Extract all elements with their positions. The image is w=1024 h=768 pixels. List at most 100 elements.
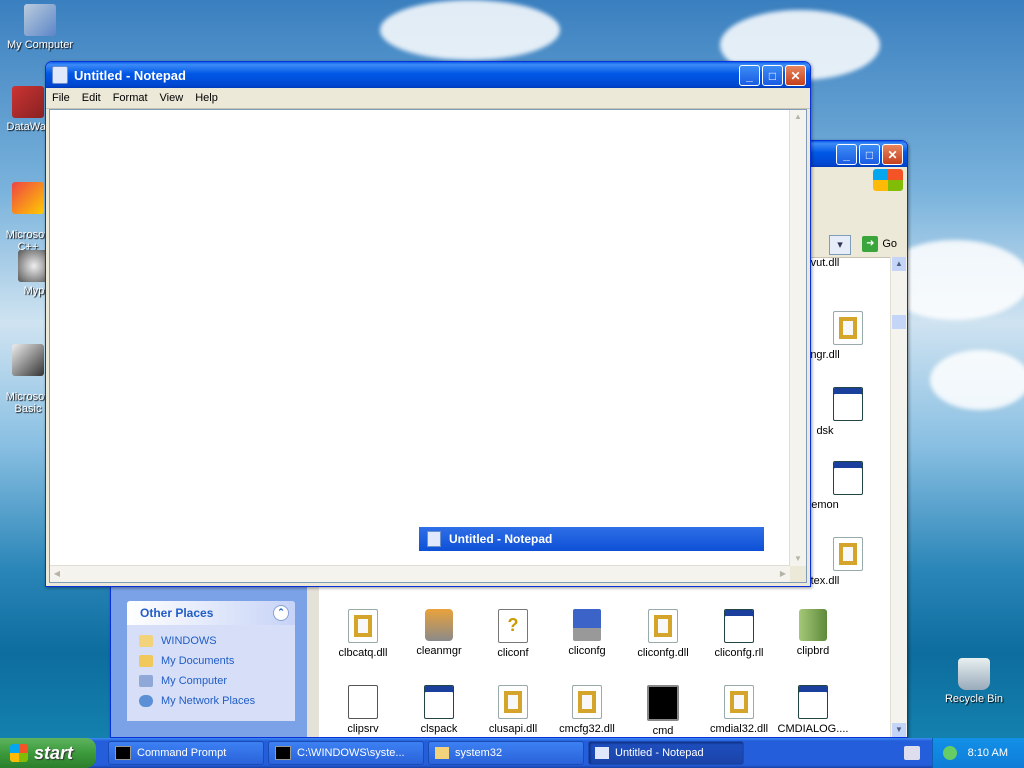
keyboard-icon[interactable] bbox=[904, 746, 920, 760]
file-label: clusapi.dll bbox=[488, 723, 538, 735]
address-dropdown-button[interactable]: ▾ bbox=[829, 235, 851, 255]
minimize-button[interactable]: _ bbox=[836, 144, 857, 165]
link-label: My Computer bbox=[161, 675, 228, 687]
window-title: Untitled - Notepad bbox=[74, 67, 186, 83]
task-pane: Other Places ⌃ WINDOWS My Documents My C… bbox=[111, 587, 319, 737]
link-label: My Network Places bbox=[161, 695, 256, 707]
list-item[interactable]: clbcatq.dll bbox=[325, 609, 401, 659]
taskbar-button-command-prompt[interactable]: Command Prompt bbox=[108, 741, 264, 765]
notepad-menubar: File Edit Format View Help bbox=[46, 88, 810, 109]
taskbar-button-label: Command Prompt bbox=[137, 747, 227, 759]
go-arrow-icon: ➜ bbox=[862, 236, 879, 252]
file-label: cleanmgr bbox=[416, 645, 462, 657]
taskbar: start Command Prompt C:\WINDOWS\syste...… bbox=[0, 738, 1024, 768]
notepad-titlebar[interactable]: Untitled - Notepad _ □ ✕ bbox=[46, 62, 810, 88]
close-button[interactable]: ✕ bbox=[785, 65, 806, 86]
desktop-icon-recycle-bin[interactable]: Recycle Bin bbox=[934, 658, 1014, 705]
folder-icon bbox=[435, 747, 449, 759]
menu-edit[interactable]: Edit bbox=[76, 92, 107, 104]
task-pane-scrollbar[interactable] bbox=[307, 587, 319, 737]
horizontal-scrollbar[interactable]: ◀ ▶ bbox=[50, 565, 790, 582]
list-item[interactable]: cmcfg32.dll bbox=[549, 685, 625, 735]
minimize-button[interactable]: _ bbox=[739, 65, 760, 86]
network-icon bbox=[139, 695, 153, 707]
file-label: clipbrd bbox=[796, 645, 830, 657]
desktop-icon-label: Microsoft Basic bbox=[5, 391, 51, 415]
vertical-scrollbar[interactable]: ▲ ▼ bbox=[789, 110, 806, 566]
scroll-down-arrow[interactable]: ▼ bbox=[892, 723, 906, 737]
list-item[interactable]: cleanmgr bbox=[401, 609, 477, 657]
visual-cpp-icon bbox=[12, 182, 44, 214]
command-prompt-icon bbox=[275, 746, 291, 760]
notepad-icon bbox=[595, 747, 609, 759]
list-item[interactable]: CMDIALOG.... bbox=[775, 685, 851, 735]
menu-help[interactable]: Help bbox=[189, 92, 224, 104]
taskbar-button-cmd-windows[interactable]: C:\WINDOWS\syste... bbox=[268, 741, 424, 765]
network-tray-icon[interactable] bbox=[943, 746, 957, 760]
scroll-up-arrow[interactable]: ▲ bbox=[791, 110, 805, 124]
service-app-icon bbox=[348, 685, 378, 719]
menu-file[interactable]: File bbox=[46, 92, 76, 104]
list-item[interactable]: clusapi.dll bbox=[475, 685, 551, 735]
scroll-thumb[interactable] bbox=[892, 315, 906, 329]
file-label: cliconfg bbox=[568, 645, 606, 657]
maximize-button[interactable]: □ bbox=[762, 65, 783, 86]
other-places-windows[interactable]: WINDOWS bbox=[127, 631, 295, 651]
file-label: cliconfg.rll bbox=[714, 647, 764, 659]
close-button[interactable]: ✕ bbox=[882, 144, 903, 165]
menu-view[interactable]: View bbox=[154, 92, 190, 104]
cleanup-icon bbox=[425, 609, 453, 641]
taskbar-button-notepad[interactable]: Untitled - Notepad bbox=[588, 741, 744, 765]
other-places-network[interactable]: My Network Places bbox=[127, 691, 295, 711]
list-item[interactable]: cliconfg bbox=[549, 609, 625, 657]
other-places-my-computer[interactable]: My Computer bbox=[127, 671, 295, 691]
visual-basic-icon bbox=[12, 344, 44, 376]
notepad-icon bbox=[427, 531, 441, 547]
list-item[interactable]: cliconfg.rll bbox=[701, 609, 777, 659]
chevron-up-icon[interactable]: ⌃ bbox=[273, 605, 289, 621]
cloud bbox=[930, 350, 1024, 410]
desktop-icon-label: Recycle Bin bbox=[944, 693, 1004, 705]
app-file-icon bbox=[833, 461, 863, 495]
desktop-icon-label: Myp bbox=[23, 285, 45, 297]
file-label: dsk bbox=[816, 425, 834, 437]
clock[interactable]: 8:10 AM bbox=[968, 747, 1008, 759]
notepad-window[interactable]: Untitled - Notepad _ □ ✕ File Edit Forma… bbox=[45, 61, 811, 587]
scroll-up-arrow[interactable]: ▲ bbox=[892, 257, 906, 271]
maximize-button[interactable]: □ bbox=[859, 144, 880, 165]
file-label: emon bbox=[811, 499, 839, 511]
windows-logo-icon bbox=[873, 169, 903, 191]
taskbar-button-system32[interactable]: system32 bbox=[428, 741, 584, 765]
menu-format[interactable]: Format bbox=[107, 92, 154, 104]
scroll-down-arrow[interactable]: ▼ bbox=[791, 552, 805, 566]
file-label: clspack bbox=[420, 723, 458, 735]
go-button[interactable]: ➜ Go bbox=[862, 235, 897, 253]
scroll-right-arrow[interactable]: ▶ bbox=[776, 567, 790, 581]
list-item[interactable]: clspack bbox=[401, 685, 477, 735]
start-button[interactable]: start bbox=[0, 738, 96, 768]
command-prompt-icon bbox=[647, 685, 679, 721]
list-item[interactable]: clipsrv bbox=[325, 685, 401, 735]
list-item[interactable]: cliconfg.dll bbox=[625, 609, 701, 659]
list-item[interactable]: cmd bbox=[625, 685, 701, 737]
scroll-left-arrow[interactable]: ◀ bbox=[50, 567, 64, 581]
other-places-header[interactable]: Other Places ⌃ bbox=[127, 601, 295, 625]
notepad-icon bbox=[52, 66, 68, 84]
file-label: cliconf bbox=[497, 647, 529, 659]
resize-grip[interactable] bbox=[790, 566, 806, 582]
desktop-icon-label: DataWar bbox=[6, 121, 50, 133]
cloud bbox=[380, 0, 560, 60]
desktop-icon-my-computer[interactable]: My Computer bbox=[0, 4, 80, 51]
notepad-text-area[interactable]: ▲ ▼ ◀ ▶ bbox=[49, 109, 807, 583]
list-item[interactable]: clipbrd bbox=[775, 609, 851, 657]
dll-file-icon bbox=[498, 685, 528, 719]
resource-file-icon bbox=[724, 609, 754, 643]
app-file-icon bbox=[833, 387, 863, 421]
link-label: My Documents bbox=[161, 655, 235, 667]
list-item[interactable]: ? cliconf bbox=[475, 609, 551, 659]
other-places-my-documents[interactable]: My Documents bbox=[127, 651, 295, 671]
explorer-vertical-scrollbar[interactable]: ▲ ▼ bbox=[890, 257, 907, 737]
dll-file-icon bbox=[724, 685, 754, 719]
list-item[interactable]: cmdial32.dll bbox=[701, 685, 777, 735]
other-places-panel: Other Places ⌃ WINDOWS My Documents My C… bbox=[127, 601, 295, 721]
